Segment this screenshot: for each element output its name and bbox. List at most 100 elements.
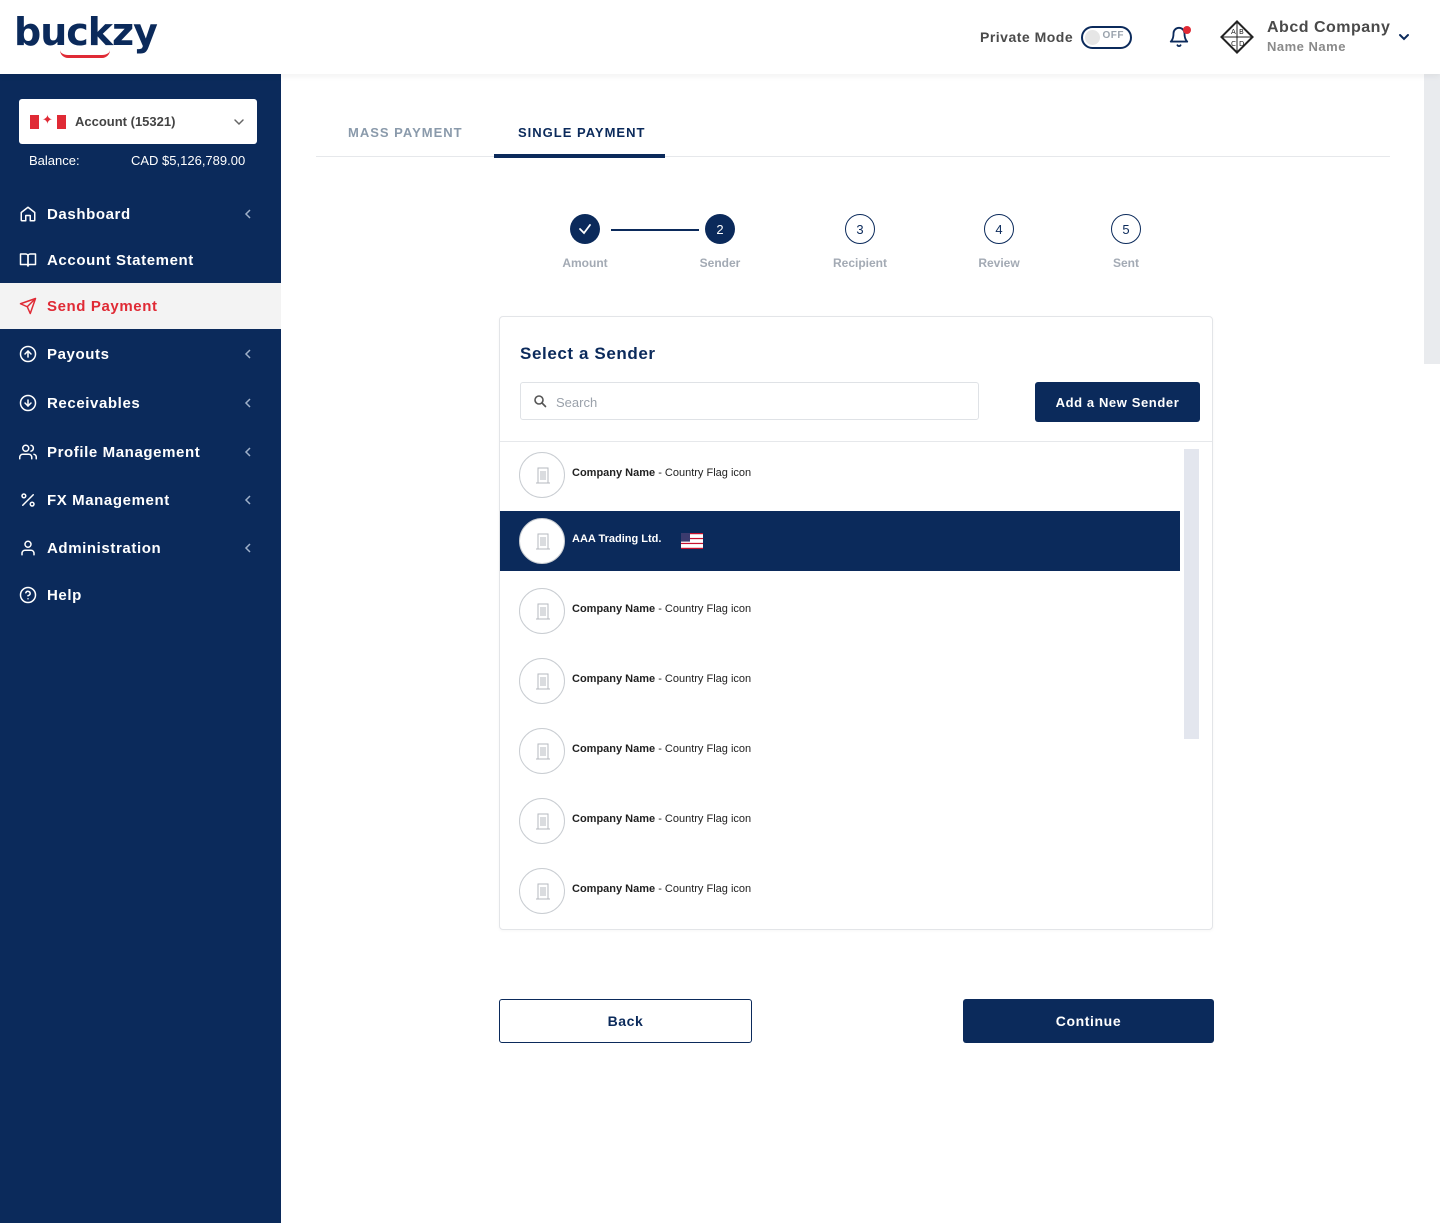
sender-company-name: Company Name [572, 813, 656, 825]
step-2-sender: 2 [705, 214, 735, 244]
sender-name: Company Name - Country Flag icon [572, 467, 751, 479]
sidebar-item-label: Dashboard [47, 205, 131, 223]
top-header: buckzy Private Mode OFF A B C D Abcd Com… [0, 0, 1440, 74]
step-label-amount: Amount [562, 256, 608, 270]
card-title: Select a Sender [520, 344, 656, 363]
sender-name: Company Name - Country Flag icon [572, 603, 751, 615]
arrow-up-circle-icon [19, 345, 37, 363]
building-icon [536, 743, 550, 760]
sender-name: Company Name - Country Flag icon [572, 883, 751, 895]
sidebar-item-dashboard[interactable]: Dashboard [0, 191, 281, 237]
sidebar-item-label: FX Management [47, 491, 170, 509]
add-new-sender-button[interactable]: Add a New Sender [1035, 382, 1200, 422]
sidebar-item-account-statement[interactable]: Account Statement [0, 237, 281, 283]
step-label-review: Review [978, 256, 1020, 270]
step-4-review: 4 [984, 214, 1014, 244]
sidebar-item-fx-management[interactable]: FX Management [0, 477, 281, 523]
sidebar-item-send-payment[interactable]: Send Payment [0, 283, 281, 329]
sender-avatar [519, 452, 565, 498]
tab-single-payment[interactable]: SINGLE PAYMENT [518, 125, 645, 140]
sender-company-name: Company Name [572, 743, 656, 755]
building-icon [536, 467, 550, 484]
sender-company-name: Company Name [572, 883, 656, 895]
chevron-left-icon [244, 398, 251, 408]
svg-text:A: A [1231, 28, 1236, 36]
sidebar-item-label: Help [47, 586, 82, 604]
percent-icon [21, 493, 35, 507]
step-progress-line [611, 229, 699, 231]
toggle-knob [1085, 30, 1100, 45]
sender-company-name: AAA Trading Ltd. [572, 533, 662, 545]
sender-row[interactable]: Company Name - Country Flag icon [500, 445, 1180, 505]
search-icon [534, 395, 547, 408]
sender-name: AAA Trading Ltd. [572, 533, 661, 545]
account-select[interactable]: Account (15321) [19, 99, 257, 144]
logo-accent-swoosh [60, 50, 110, 58]
step-label-sender: Sender [699, 256, 741, 270]
chevron-down-icon[interactable] [1397, 30, 1411, 44]
buckzy-logo[interactable]: buckzy [14, 10, 158, 54]
private-mode-label: Private Mode [980, 29, 1074, 45]
sidebar-item-profile-management[interactable]: Profile Management [0, 429, 281, 475]
user-name: Name Name [1267, 39, 1346, 54]
chevron-left-icon [244, 447, 251, 457]
page-scrollbar[interactable] [1424, 74, 1440, 364]
sender-company-name: Company Name [572, 673, 656, 685]
home-icon [20, 206, 36, 222]
sidebar-item-receivables[interactable]: Receivables [0, 380, 281, 426]
balance-value: CAD $5,126,789.00 [131, 153, 246, 168]
sender-avatar [519, 588, 565, 634]
sidebar-item-administration[interactable]: Administration [0, 525, 281, 571]
svg-text:C: C [1231, 40, 1236, 48]
step-3-recipient: 3 [845, 214, 875, 244]
chevron-left-icon [244, 543, 251, 553]
private-mode-toggle[interactable]: OFF [1081, 26, 1132, 49]
sender-row[interactable]: Company Name - Country Flag icon [500, 721, 1180, 781]
sender-suffix: - Country Flag icon [655, 467, 752, 479]
chevron-left-icon [244, 349, 251, 359]
sidebar-item-help[interactable]: Help [0, 572, 281, 618]
sidebar-item-payouts[interactable]: Payouts [0, 331, 281, 377]
us-flag-icon [681, 533, 703, 549]
sender-list-scrollbar[interactable] [1184, 449, 1199, 739]
sender-suffix: - Country Flag icon [655, 813, 752, 825]
svg-text:D: D [1239, 40, 1244, 48]
sidebar-item-label: Payouts [47, 345, 110, 363]
search-input[interactable] [556, 392, 956, 412]
sender-avatar [519, 798, 565, 844]
building-icon [536, 603, 550, 620]
building-icon [536, 813, 550, 830]
tab-mass-payment[interactable]: MASS PAYMENT [348, 125, 463, 140]
chevron-left-icon [244, 209, 251, 219]
balance-label: Balance: [29, 153, 80, 168]
help-circle-icon [19, 586, 37, 604]
sender-avatar [519, 728, 565, 774]
building-icon [536, 673, 550, 690]
chevron-left-icon [244, 495, 251, 505]
select-sender-card: Select a Sender Add a New Sender Company… [499, 316, 1213, 930]
canada-flag-icon [30, 112, 66, 129]
sender-company-name: Company Name [572, 603, 656, 615]
sidebar-item-label: Receivables [47, 394, 141, 412]
sidebar-item-label: Account Statement [47, 251, 194, 269]
active-tab-indicator [494, 154, 665, 158]
sender-row[interactable]: Company Name - Country Flag icon [500, 861, 1180, 921]
payment-tabs: MASS PAYMENT SINGLE PAYMENT [316, 108, 1390, 158]
sender-suffix: - Country Flag icon [655, 673, 752, 685]
sender-suffix: - Country Flag icon [655, 743, 752, 755]
company-name[interactable]: Abcd Company [1267, 19, 1390, 37]
back-button[interactable]: Back [499, 999, 752, 1043]
step-label-recipient: Recipient [832, 256, 887, 270]
step-5-sent: 5 [1111, 214, 1141, 244]
send-icon [19, 297, 37, 315]
sender-row[interactable]: Company Name - Country Flag icon [500, 791, 1180, 851]
sender-avatar [519, 658, 565, 704]
sender-avatar [519, 518, 565, 564]
continue-button[interactable]: Continue [963, 999, 1214, 1043]
sender-name: Company Name - Country Flag icon [572, 673, 751, 685]
sender-row[interactable]: AAA Trading Ltd. [500, 511, 1180, 571]
check-icon [579, 224, 591, 235]
sender-row[interactable]: Company Name - Country Flag icon [500, 581, 1180, 641]
sidebar: Account (15321) Balance: CAD $5,126,789.… [0, 74, 281, 1223]
sender-row[interactable]: Company Name - Country Flag icon [500, 651, 1180, 711]
